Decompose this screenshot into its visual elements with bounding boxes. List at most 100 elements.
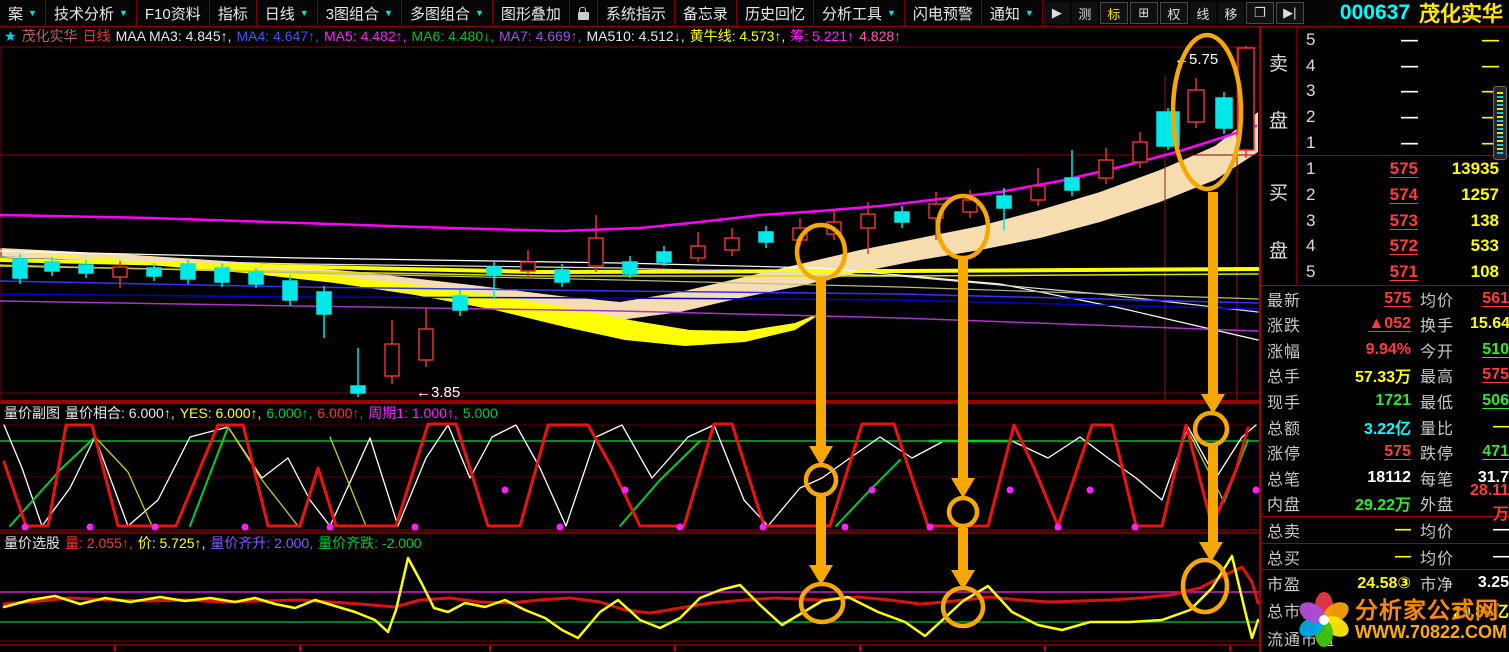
sell-row[interactable]: 1—— bbox=[1298, 130, 1509, 156]
menu-item-4[interactable]: 日线 ▼ bbox=[257, 0, 318, 26]
stat-value: ▲052 bbox=[1317, 315, 1411, 333]
menu-item-12[interactable]: 分析工具▼ bbox=[814, 0, 905, 26]
indicator-text: 量价齐跌: -2.000 bbox=[318, 534, 421, 552]
indicator-text: YES: 6.000↑, bbox=[180, 405, 262, 421]
price-labels: ←5.75←3.85 bbox=[416, 51, 1218, 401]
toolbar-icon-8[interactable]: ▶| bbox=[1276, 2, 1304, 24]
stat-value: 29.22万 bbox=[1317, 491, 1411, 515]
level-number: 2 bbox=[1298, 185, 1334, 205]
buy-volume: 108 bbox=[1418, 262, 1509, 282]
dropdown-arrow-icon: ▼ bbox=[384, 8, 393, 18]
indicator-text: 筹: 5.221↑ bbox=[790, 26, 854, 46]
stat-value: 3.25 bbox=[1470, 574, 1509, 592]
toolbar-icon-0[interactable]: ▶ bbox=[1044, 2, 1070, 24]
toolbar-icon-1[interactable]: 测 bbox=[1072, 2, 1098, 24]
menu-item-label: 日线 bbox=[265, 3, 295, 24]
stat-label: 总手 bbox=[1267, 363, 1317, 387]
stat-value: — bbox=[1470, 548, 1509, 566]
indicator-text: 量价选股 bbox=[4, 534, 60, 552]
sell-row[interactable]: 4—— bbox=[1298, 53, 1509, 79]
toolbar-icon-7[interactable]: ❐ bbox=[1246, 2, 1274, 24]
menu-item-label: 闪电预警 bbox=[913, 3, 973, 24]
menu-item-11[interactable]: 历史回忆 bbox=[737, 0, 814, 26]
menu-item-label: F10资料 bbox=[145, 3, 201, 24]
menu-item-6[interactable]: 多图组合▼ bbox=[402, 0, 493, 26]
toolbar-icon-5[interactable]: 线 bbox=[1190, 2, 1216, 24]
stat-row: 总手57.33万最高575 bbox=[1261, 363, 1509, 389]
menu-item-5[interactable]: 3图组合▼ bbox=[318, 0, 402, 26]
sell-label: 盘 bbox=[1269, 106, 1288, 133]
toolbar-icon-6[interactable]: 移 bbox=[1218, 2, 1244, 24]
lock-icon bbox=[578, 12, 589, 20]
menu-item-13[interactable]: 闪电预警 bbox=[905, 0, 982, 26]
sell-row[interactable]: 3—— bbox=[1298, 78, 1509, 104]
menu-item-label: 通知 bbox=[990, 3, 1020, 24]
buy-row[interactable]: 4572533 bbox=[1298, 234, 1509, 260]
main-candlestick-chart[interactable]: ←5.75←3.85 bbox=[0, 46, 1259, 402]
toolbar-icon-3[interactable]: ⊞ bbox=[1130, 2, 1158, 24]
app-window: 案▼技术分析▼F10资料指标日线▼3图组合▼多图组合▼图形叠加系统指示备忘录历史… bbox=[0, 0, 1509, 652]
indicator-text: 5.000 bbox=[463, 405, 498, 421]
menu-item-label: 案 bbox=[8, 3, 23, 24]
menu-item-3[interactable]: 指标 bbox=[210, 0, 257, 26]
buy-label: 买 bbox=[1269, 178, 1288, 205]
menu-item-label: 多图组合 bbox=[410, 3, 470, 24]
menu-item-0[interactable]: 案▼ bbox=[0, 0, 46, 26]
sell-price: — bbox=[1334, 56, 1418, 76]
toolbar-icon-2[interactable]: 标 bbox=[1100, 2, 1128, 24]
stat-value: 575 bbox=[1470, 366, 1509, 384]
stock-code: 000637 bbox=[1340, 1, 1410, 25]
indicator-text: 量: 2.055↑, bbox=[65, 534, 133, 552]
stat-label: 涨停 bbox=[1267, 440, 1317, 464]
menu-item-label: 技术分析 bbox=[54, 3, 114, 24]
dropdown-arrow-icon: ▼ bbox=[300, 8, 309, 18]
stat-label: 总买 bbox=[1267, 545, 1317, 569]
buy-price: 572 bbox=[1334, 236, 1418, 256]
volume-gauge[interactable] bbox=[1493, 86, 1507, 160]
stat-label: 现手 bbox=[1267, 389, 1317, 413]
menu-item-10[interactable]: 备忘录 bbox=[675, 0, 737, 26]
buy-row[interactable]: 3573138 bbox=[1298, 208, 1509, 234]
level-number: 1 bbox=[1298, 133, 1334, 153]
indicator-text: MA6: 4.480↓, bbox=[412, 28, 495, 44]
indicator-text: ★ bbox=[4, 28, 17, 45]
buy-label: 盘 bbox=[1269, 236, 1288, 263]
sell-row[interactable]: 5—— bbox=[1298, 27, 1509, 53]
buy-volume: 1257 bbox=[1418, 185, 1509, 205]
menu-item-lock[interactable] bbox=[570, 0, 598, 26]
stat-value: 506 bbox=[1470, 392, 1509, 410]
quote-buy-block: 买盘15751393525741257357313845725335571108 bbox=[1261, 156, 1509, 285]
buy-row[interactable]: 157513935 bbox=[1298, 156, 1509, 182]
stat-row: 涨幅9.94%今开510 bbox=[1261, 337, 1509, 363]
stat-value: 471 bbox=[1470, 443, 1509, 461]
menu-item-2[interactable]: F10资料 bbox=[137, 0, 210, 26]
stat-value: 1721 bbox=[1317, 392, 1411, 410]
stat-label: 最低 bbox=[1420, 389, 1470, 413]
menu-item-14[interactable]: 通知▼ bbox=[982, 0, 1043, 26]
menu-item-9[interactable]: 系统指示 bbox=[598, 0, 675, 26]
stat-value: 18112 bbox=[1317, 469, 1411, 487]
buy-row[interactable]: 25741257 bbox=[1298, 182, 1509, 208]
stat-label: 总笔 bbox=[1267, 466, 1317, 490]
sell-price: — bbox=[1334, 81, 1418, 101]
indicator-text: 量价齐升: 2.000, bbox=[210, 534, 313, 552]
indicator-text: 周期1: 1.000↑, bbox=[368, 404, 458, 422]
sell-row[interactable]: 2—— bbox=[1298, 104, 1509, 130]
buy-volume: 533 bbox=[1418, 236, 1509, 256]
stat-label: 内盘 bbox=[1267, 491, 1317, 515]
watermark: 分析家公式网 WWW.70822.COM bbox=[1295, 591, 1507, 649]
level-number: 4 bbox=[1298, 236, 1334, 256]
menu-item-label: 备忘录 bbox=[683, 3, 728, 24]
indicator-text: MAA MA3: 4.845↑, bbox=[116, 28, 232, 44]
tool-glyph: 标 bbox=[1107, 4, 1120, 23]
stat-value: 57.33万 bbox=[1317, 363, 1411, 387]
tool-glyph: ▶ bbox=[1052, 5, 1062, 21]
buy-row[interactable]: 5571108 bbox=[1298, 259, 1509, 285]
stat-value: 3.22亿 bbox=[1317, 415, 1411, 439]
menu-item-7[interactable]: 图形叠加 bbox=[493, 0, 570, 26]
indicator-text: 量价副图 bbox=[4, 404, 60, 422]
menu-item-1[interactable]: 技术分析 ▼ bbox=[46, 0, 137, 26]
dropdown-arrow-icon: ▼ bbox=[119, 8, 128, 18]
stat-label: 均价 bbox=[1420, 545, 1470, 569]
toolbar-icon-4[interactable]: 权 bbox=[1160, 2, 1188, 24]
